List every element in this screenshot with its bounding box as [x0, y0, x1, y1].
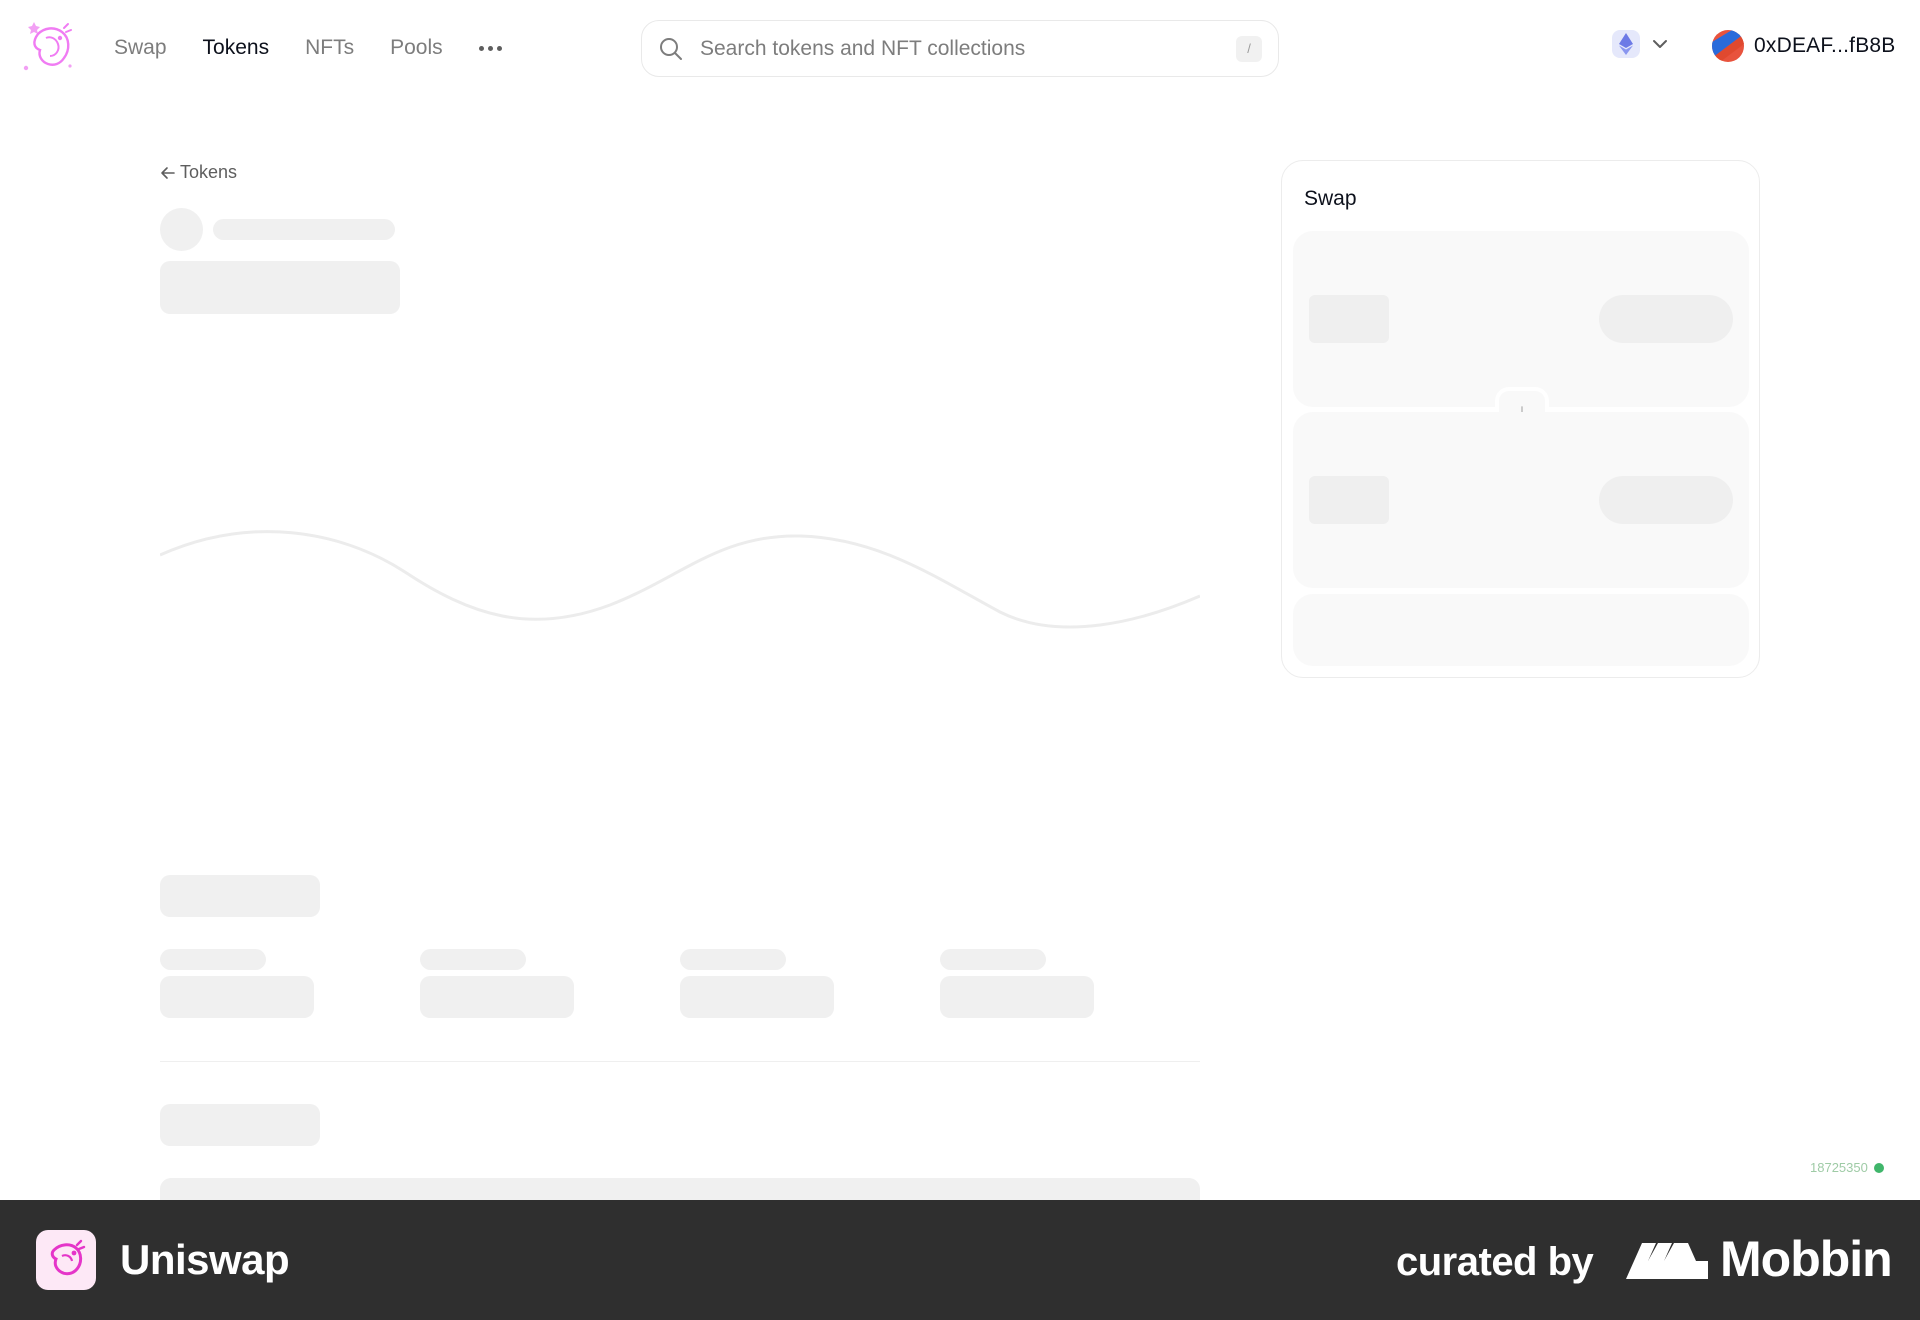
back-to-tokens-link[interactable]: Tokens [160, 162, 237, 183]
swap-input-box[interactable] [1293, 231, 1749, 407]
search-bar: / [641, 20, 1279, 77]
nav-item-tokens[interactable]: Tokens [185, 30, 288, 66]
arrow-left-icon [161, 166, 175, 179]
token-select-skeleton [1599, 476, 1733, 524]
status-dot-icon [1873, 1162, 1884, 1173]
swap-output-box[interactable] [1293, 412, 1749, 588]
stat-label-skeleton [680, 949, 786, 970]
token-select-skeleton [1599, 295, 1733, 343]
token-name-skeleton [213, 219, 395, 240]
amount-output-skeleton [1309, 476, 1389, 524]
footer-app-name: Uniswap [120, 1236, 290, 1283]
stat-label-skeleton [160, 949, 266, 970]
main-nav: Swap Tokens NFTs Pools [96, 30, 520, 66]
stat-value-skeleton [680, 976, 834, 1018]
swap-widget: Swap [1281, 160, 1760, 678]
search-shortcut-key: / [1236, 35, 1262, 62]
footer-curated-by: curated by [1396, 1240, 1594, 1284]
back-link-label: Tokens [180, 162, 238, 182]
search-input[interactable] [700, 36, 1236, 61]
token-icon-skeleton [160, 208, 203, 251]
stat-value-skeleton [160, 976, 314, 1018]
price-chart-loading-wave [160, 530, 1200, 629]
swap-action-button-skeleton[interactable] [1293, 594, 1749, 666]
token-price-skeleton [160, 261, 400, 314]
block-number: 18725350 [1810, 1160, 1868, 1175]
mobbin-logo-icon [1626, 1243, 1708, 1279]
uniswap-app-icon [36, 1230, 96, 1290]
avatar [1712, 30, 1744, 62]
account-button[interactable]: 0xDEAF...fB8B [1712, 30, 1896, 62]
stat-value-skeleton [420, 976, 574, 1018]
about-text-skeleton [160, 1178, 1200, 1200]
section-divider [160, 1061, 1200, 1062]
account-address: 0xDEAF...fB8B [1754, 34, 1896, 57]
amount-input-skeleton [1309, 295, 1389, 343]
chevron-down-icon [1653, 40, 1667, 48]
swap-widget-title: Swap [1304, 187, 1357, 210]
nav-item-pools[interactable]: Pools [372, 30, 461, 66]
footer-banner: Uniswap curated by Mobbin [0, 1200, 1920, 1320]
stat-label-skeleton [940, 949, 1046, 970]
stats-heading-skeleton [160, 875, 320, 917]
more-horizontal-icon[interactable] [461, 32, 520, 64]
mobbin-logo: Mobbin [1626, 1230, 1893, 1288]
top-nav-bar: Swap Tokens NFTs Pools / [0, 0, 1920, 96]
nav-item-swap[interactable]: Swap [96, 30, 185, 66]
chain-selector[interactable] [1612, 30, 1670, 58]
stat-value-skeleton [940, 976, 1094, 1018]
nav-item-nfts[interactable]: NFTs [287, 30, 372, 66]
uniswap-logo-icon[interactable] [20, 16, 76, 76]
ethereum-icon [1612, 30, 1640, 58]
stat-label-skeleton [420, 949, 526, 970]
about-heading-skeleton [160, 1104, 320, 1146]
footer-brand-name: Mobbin [1720, 1231, 1893, 1287]
block-status[interactable]: 18725350 [1810, 1160, 1884, 1175]
search-icon [660, 37, 682, 60]
